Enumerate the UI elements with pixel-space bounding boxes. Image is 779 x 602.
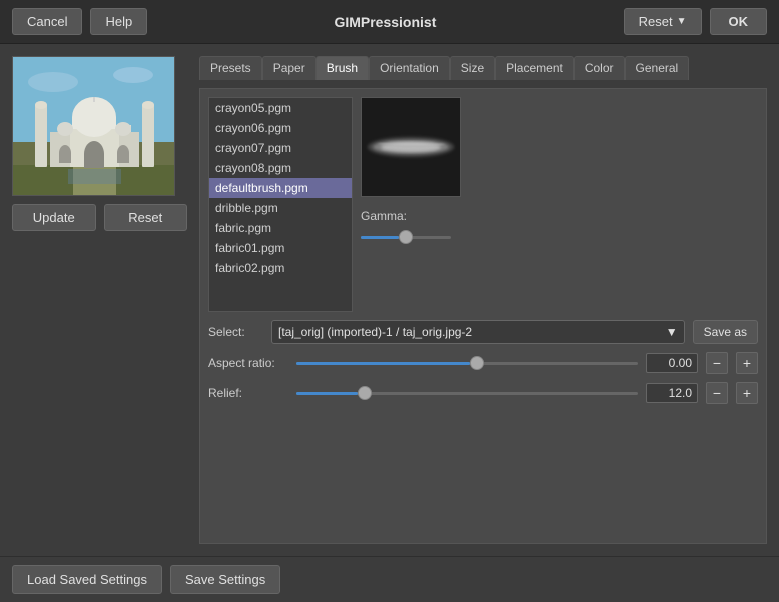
list-item[interactable]: crayon08.pgm — [209, 158, 352, 178]
gamma-slider-track — [361, 236, 451, 239]
left-panel: Update Reset — [12, 56, 187, 544]
list-item[interactable]: dribble.pgm — [209, 198, 352, 218]
tab-content-brush: crayon05.pgm crayon06.pgm crayon07.pgm c… — [199, 88, 767, 544]
update-reset-row: Update Reset — [12, 204, 187, 231]
save-settings-button[interactable]: Save Settings — [170, 565, 280, 594]
select-label: Select: — [208, 325, 263, 339]
gamma-label: Gamma: — [361, 209, 758, 223]
aspect-ratio-plus[interactable]: + — [736, 352, 758, 374]
gamma-control: Gamma: — [361, 209, 758, 247]
load-saved-settings-button[interactable]: Load Saved Settings — [12, 565, 162, 594]
list-item[interactable]: crayon05.pgm — [209, 98, 352, 118]
gamma-slider-fill — [361, 236, 399, 239]
brush-area: crayon05.pgm crayon06.pgm crayon07.pgm c… — [208, 97, 758, 312]
select-row: Select: [taj_orig] (imported)-1 / taj_or… — [208, 320, 758, 344]
relief-plus[interactable]: + — [736, 382, 758, 404]
brush-preview-box — [361, 97, 461, 197]
list-item-selected[interactable]: defaultbrush.pgm — [209, 178, 352, 198]
list-item[interactable]: fabric.pgm — [209, 218, 352, 238]
list-item[interactable]: fabric01.pgm — [209, 238, 352, 258]
aspect-ratio-thumb[interactable] — [470, 356, 484, 370]
aspect-ratio-fill — [296, 362, 470, 365]
preview-reset-button[interactable]: Reset — [104, 204, 188, 231]
gamma-slider-thumb[interactable] — [399, 230, 413, 244]
gamma-slider[interactable] — [361, 227, 451, 247]
relief-slider[interactable] — [296, 392, 638, 395]
right-panel: Presets Paper Brush Orientation Size Pla… — [199, 56, 767, 544]
help-button[interactable]: Help — [90, 8, 147, 35]
tab-paper[interactable]: Paper — [262, 56, 316, 80]
footer: Load Saved Settings Save Settings — [0, 556, 779, 602]
aspect-ratio-minus[interactable]: − — [706, 352, 728, 374]
relief-input[interactable]: 12.0 — [646, 383, 698, 403]
main-window: Cancel Help GIMPressionist Reset ▼ OK — [0, 0, 779, 602]
aspect-ratio-row: Aspect ratio: 0.00 − + — [208, 352, 758, 374]
list-item[interactable]: crayon06.pgm — [209, 118, 352, 138]
tab-size[interactable]: Size — [450, 56, 495, 80]
reset-dropdown-arrow: ▼ — [677, 16, 687, 27]
save-as-button[interactable]: Save as — [693, 320, 758, 344]
reset-label: Reset — [639, 14, 673, 29]
reset-button[interactable]: Reset ▼ — [624, 8, 702, 35]
tabs-bar: Presets Paper Brush Orientation Size Pla… — [199, 56, 767, 80]
aspect-ratio-slider[interactable] — [296, 362, 638, 365]
ok-button[interactable]: OK — [710, 8, 768, 35]
brush-stroke-preview — [364, 127, 459, 167]
tab-brush[interactable]: Brush — [316, 56, 369, 80]
brush-list[interactable]: crayon05.pgm crayon06.pgm crayon07.pgm c… — [208, 97, 353, 312]
relief-row: Relief: 12.0 − + — [208, 382, 758, 404]
preview-image — [12, 56, 175, 196]
list-item[interactable]: crayon07.pgm — [209, 138, 352, 158]
taj-mahal-preview — [13, 57, 175, 196]
relief-minus[interactable]: − — [706, 382, 728, 404]
select-dropdown-arrow: ▼ — [666, 325, 678, 339]
brush-preview-panel: Gamma: — [361, 97, 758, 312]
relief-label: Relief: — [208, 386, 288, 400]
tab-presets[interactable]: Presets — [199, 56, 262, 80]
window-title: GIMPressionist — [155, 14, 615, 30]
select-dropdown[interactable]: [taj_orig] (imported)-1 / taj_orig.jpg-2… — [271, 320, 685, 344]
cancel-button[interactable]: Cancel — [12, 8, 82, 35]
main-content: Update Reset Presets Paper Brush Orienta… — [0, 44, 779, 556]
aspect-ratio-label: Aspect ratio: — [208, 356, 288, 370]
relief-thumb[interactable] — [358, 386, 372, 400]
tab-general[interactable]: General — [625, 56, 690, 80]
relief-fill — [296, 392, 358, 395]
aspect-ratio-input[interactable]: 0.00 — [646, 353, 698, 373]
header: Cancel Help GIMPressionist Reset ▼ OK — [0, 0, 779, 44]
tab-color[interactable]: Color — [574, 56, 625, 80]
tab-orientation[interactable]: Orientation — [369, 56, 450, 80]
update-button[interactable]: Update — [12, 204, 96, 231]
tab-placement[interactable]: Placement — [495, 56, 574, 80]
list-item[interactable]: fabric02.pgm — [209, 258, 352, 278]
select-dropdown-text: [taj_orig] (imported)-1 / taj_orig.jpg-2 — [278, 325, 472, 339]
